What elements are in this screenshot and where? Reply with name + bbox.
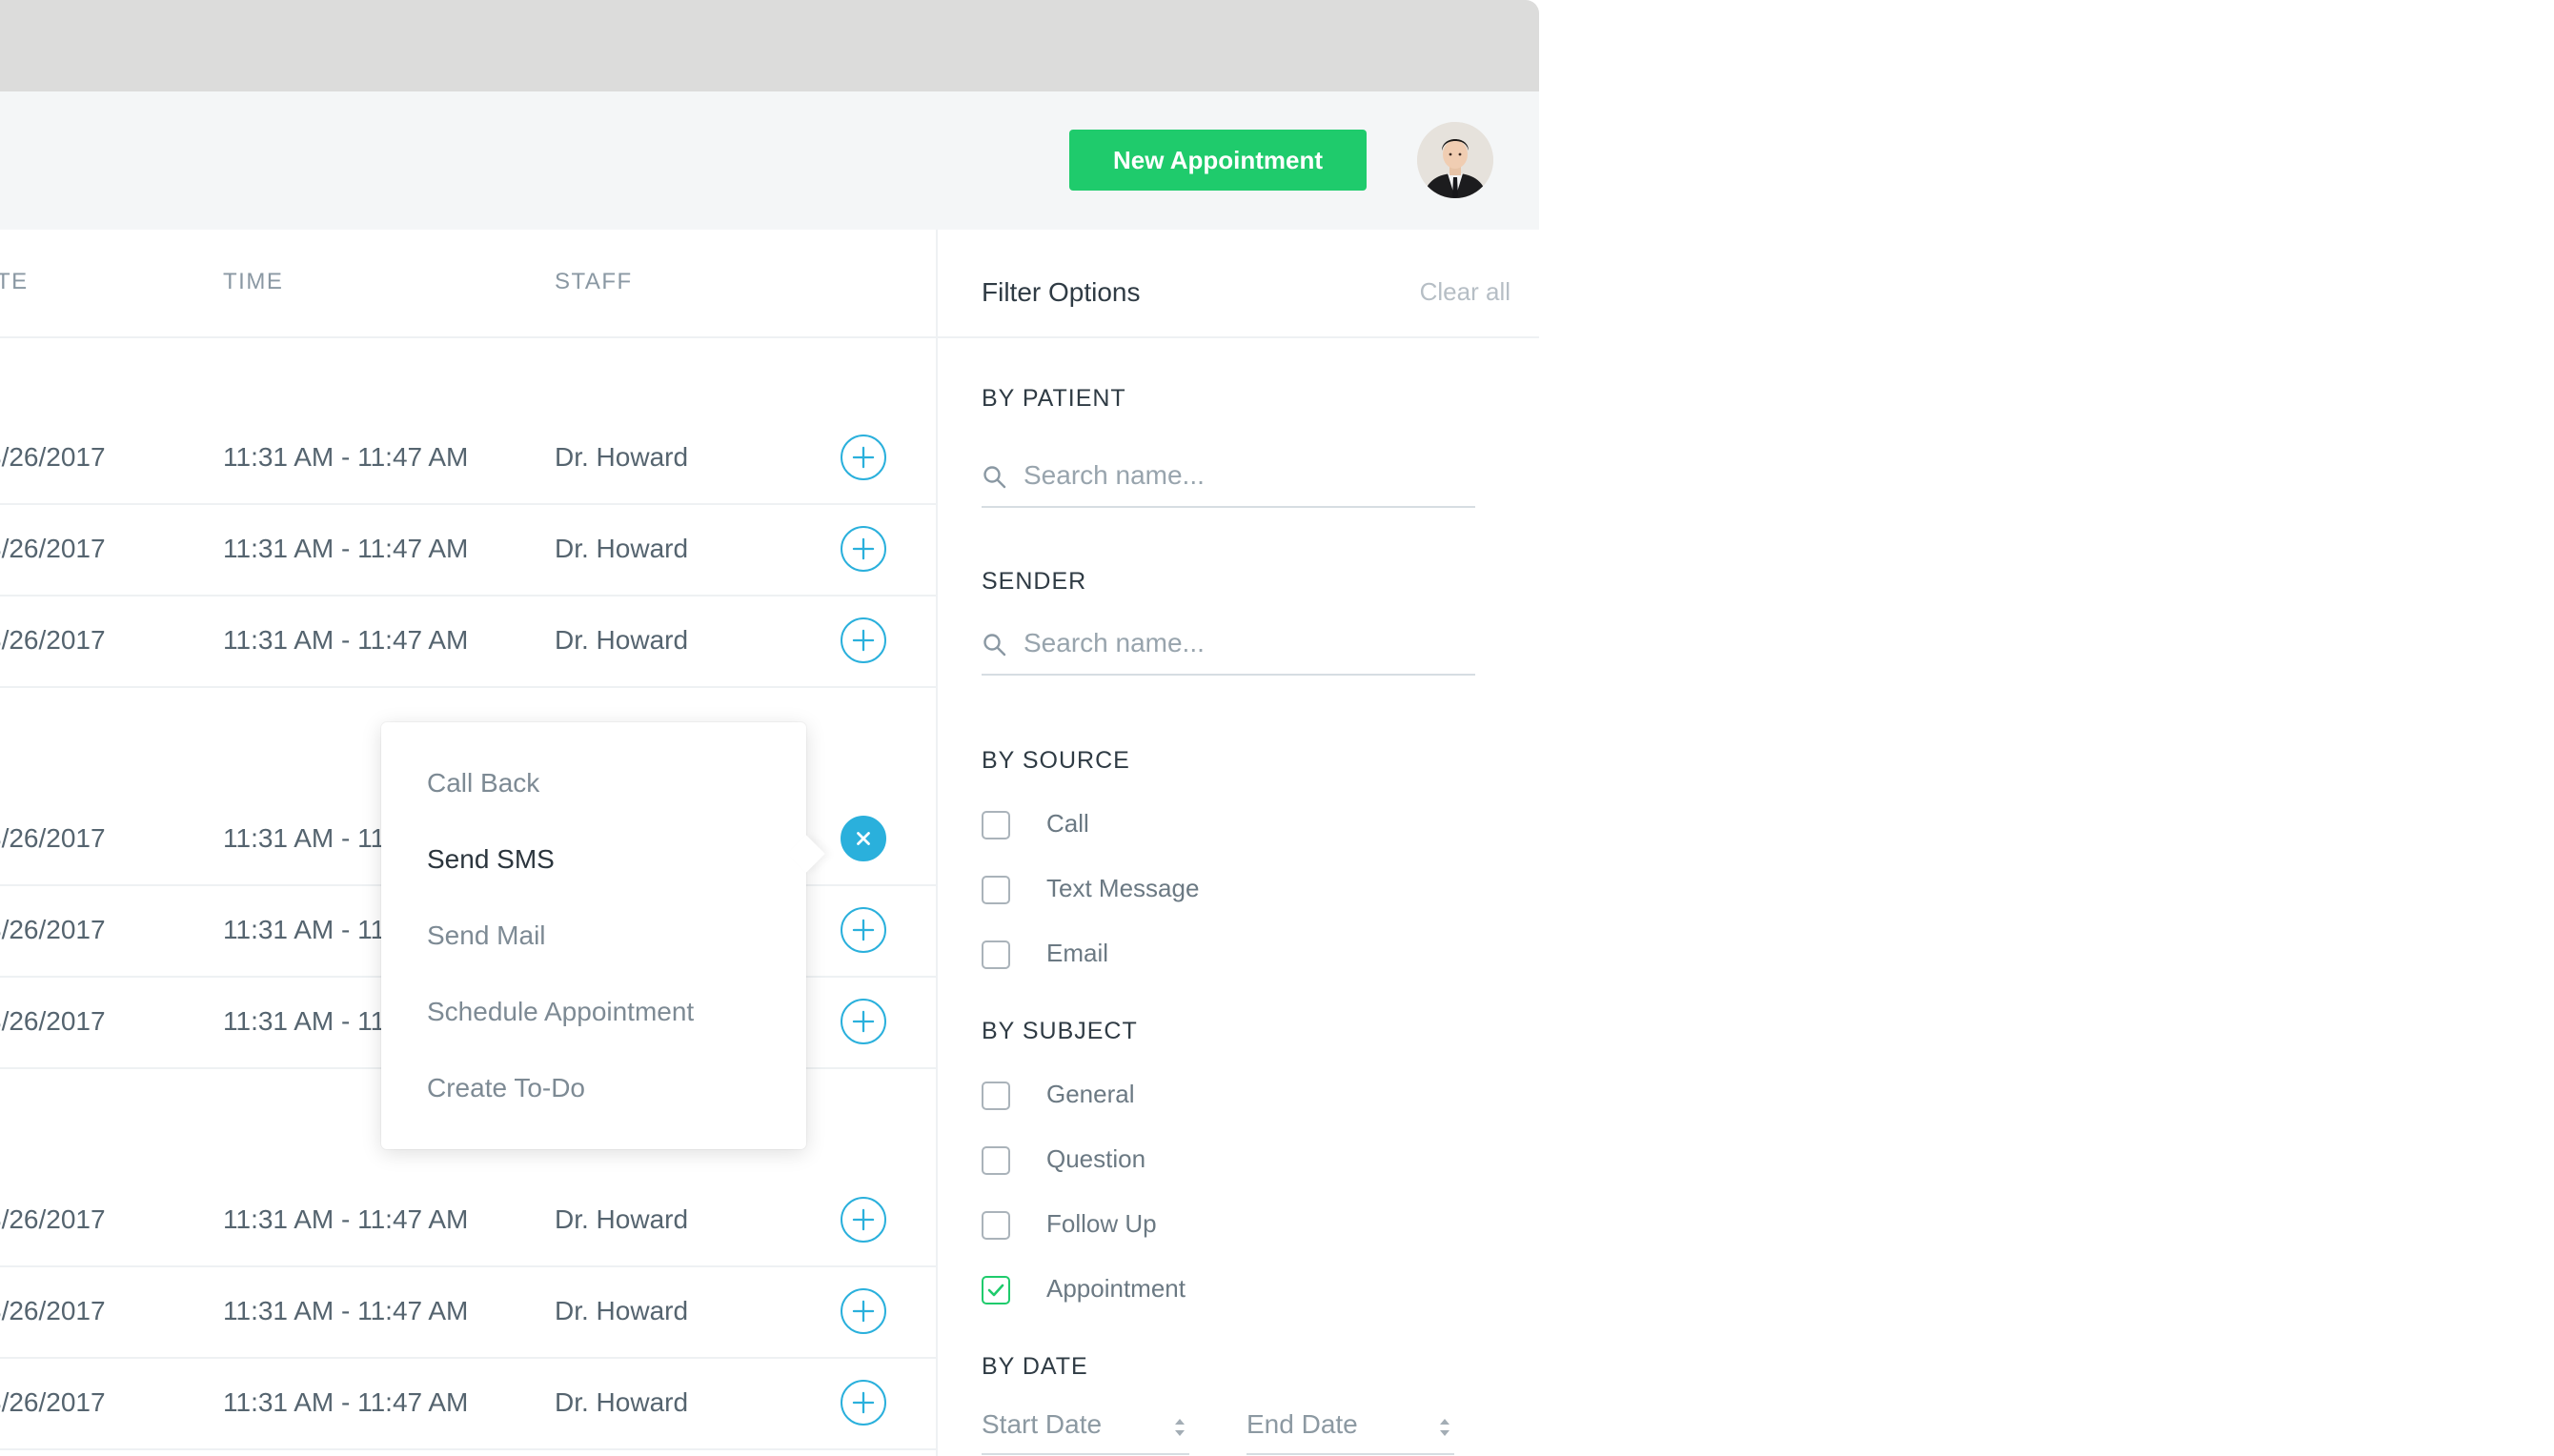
source-text-checkbox[interactable] — [982, 876, 1010, 904]
row-staff: Dr. Howard — [555, 1204, 689, 1234]
clear-all-link[interactable]: Clear all — [1420, 277, 1510, 307]
add-icon[interactable] — [841, 1288, 886, 1334]
menu-item-schedule-appointment[interactable]: Schedule Appointment — [427, 997, 694, 1027]
subject-appointment-label: Appointment — [1046, 1274, 1186, 1303]
by-source-label: BY SOURCE — [982, 747, 1130, 774]
row-date: 3/26/2017 — [0, 1387, 106, 1417]
sender-label: SENDER — [982, 568, 1087, 595]
search-icon — [983, 634, 1006, 657]
by-patient-label: BY PATIENT — [982, 385, 1126, 412]
source-email-checkbox[interactable] — [982, 940, 1010, 969]
column-header-date[interactable]: TE — [0, 269, 29, 295]
table-row[interactable]: 3/26/2017 11:31 AM - 11:47 AM Dr. Howard — [0, 1357, 936, 1450]
add-icon[interactable] — [841, 1197, 886, 1243]
source-call-label: Call — [1046, 809, 1089, 838]
column-header-time[interactable]: TIME — [223, 269, 283, 295]
subject-question-checkbox[interactable] — [982, 1146, 1010, 1175]
add-icon[interactable] — [841, 1380, 886, 1426]
table-row[interactable]: 3/26/2017 11:31 AM - 11:47 AM Dr. Howard — [0, 1174, 936, 1267]
header-divider — [0, 336, 936, 338]
add-icon[interactable] — [841, 526, 886, 572]
row-time: 11:31 AM - 11:47 AM — [223, 1204, 469, 1234]
row-staff: Dr. Howard — [555, 1387, 689, 1417]
source-call-checkbox[interactable] — [982, 811, 1010, 839]
row-staff: Dr. Howard — [555, 534, 689, 563]
sender-search-input[interactable] — [1024, 624, 1462, 662]
row-date: 3/26/2017 — [0, 625, 106, 655]
table-row[interactable]: 3/26/2017 11:31 AM - 11:47 AM Dr. Howard — [0, 412, 936, 505]
sort-icon — [1440, 1419, 1449, 1436]
row-time: 11:31 AM - 11 — [223, 915, 386, 944]
table-row[interactable]: 3/26/2017 11:31 AM - 11:47 AM Dr. Howard — [0, 1265, 936, 1359]
source-email-label: Email — [1046, 939, 1109, 967]
row-time: 11:31 AM - 11 — [223, 823, 386, 853]
sender-search — [982, 617, 1475, 676]
row-staff: Dr. Howard — [555, 1296, 689, 1325]
by-subject-label: BY SUBJECT — [982, 1018, 1138, 1044]
add-icon[interactable] — [841, 617, 886, 663]
subject-question-label: Question — [1046, 1144, 1146, 1173]
end-date-field[interactable]: End Date — [1247, 1405, 1454, 1455]
end-date-value: End Date — [1247, 1409, 1358, 1439]
row-date: 3/26/2017 — [0, 915, 106, 944]
search-icon — [983, 466, 1006, 489]
sort-icon — [1175, 1419, 1185, 1436]
row-date: 3/26/2017 — [0, 442, 106, 472]
subject-general-checkbox[interactable] — [982, 1082, 1010, 1110]
source-text-label: Text Message — [1046, 874, 1200, 902]
add-icon[interactable] — [841, 999, 886, 1044]
check-icon — [987, 1284, 1004, 1297]
row-date: 3/26/2017 — [0, 1296, 106, 1325]
add-icon[interactable] — [841, 435, 886, 480]
row-date: 3/26/2017 — [0, 534, 106, 563]
window-topbar — [0, 0, 1539, 91]
user-photo — [1417, 122, 1493, 198]
filter-title: Filter Options — [982, 277, 1141, 307]
row-time: 11:31 AM - 11:47 AM — [223, 534, 469, 563]
row-date: 3/26/2017 — [0, 1006, 106, 1036]
menu-item-call-back[interactable]: Call Back — [427, 768, 539, 799]
table-row[interactable]: 3/26/2017 11:31 AM - 11:47 AM Dr. Howard — [0, 503, 936, 597]
row-staff: Dr. Howard — [555, 442, 689, 472]
menu-item-send-sms[interactable]: Send SMS — [427, 844, 555, 875]
avatar[interactable] — [1417, 122, 1493, 198]
filter-divider — [938, 336, 1539, 338]
subject-followup-checkbox[interactable] — [982, 1211, 1010, 1240]
subject-general-label: General — [1046, 1080, 1135, 1108]
row-date: 3/26/2017 — [0, 823, 106, 853]
subject-appointment-checkbox[interactable] — [982, 1276, 1010, 1304]
column-header-staff[interactable]: STAFF — [555, 269, 633, 295]
subject-followup-label: Follow Up — [1046, 1209, 1157, 1238]
table-row[interactable]: 3/26/2017 11:31 AM - 11:47 AM Dr. Howard — [0, 595, 936, 688]
row-time: 11:31 AM - 11 — [223, 1006, 386, 1036]
patient-search — [982, 449, 1475, 508]
row-date: 3/26/2017 — [0, 1204, 106, 1234]
menu-item-send-mail[interactable]: Send Mail — [427, 920, 546, 951]
filter-panel: Filter Options Clear all BY PATIENT SEND… — [936, 230, 1539, 1456]
row-time: 11:31 AM - 11:47 AM — [223, 1387, 469, 1417]
patient-search-input[interactable] — [1024, 456, 1462, 495]
start-date-field[interactable]: Start Date — [982, 1405, 1189, 1455]
action-menu: Call Back Send SMS Send Mail Schedule Ap… — [381, 722, 806, 1149]
add-icon[interactable] — [841, 907, 886, 953]
row-time: 11:31 AM - 11:47 AM — [223, 442, 469, 472]
row-time: 11:31 AM - 11:47 AM — [223, 625, 469, 655]
new-appointment-button[interactable]: New Appointment — [1069, 130, 1367, 191]
by-date-label: BY DATE — [982, 1353, 1088, 1380]
app-window: New Appointment TE TIME STAFF 3/26/2017 … — [0, 0, 1539, 1456]
row-staff: Dr. Howard — [555, 625, 689, 655]
close-icon[interactable] — [841, 816, 886, 861]
row-time: 11:31 AM - 11:47 AM — [223, 1296, 469, 1325]
start-date-value: Start Date — [982, 1409, 1103, 1439]
menu-item-create-todo[interactable]: Create To-Do — [427, 1073, 585, 1103]
